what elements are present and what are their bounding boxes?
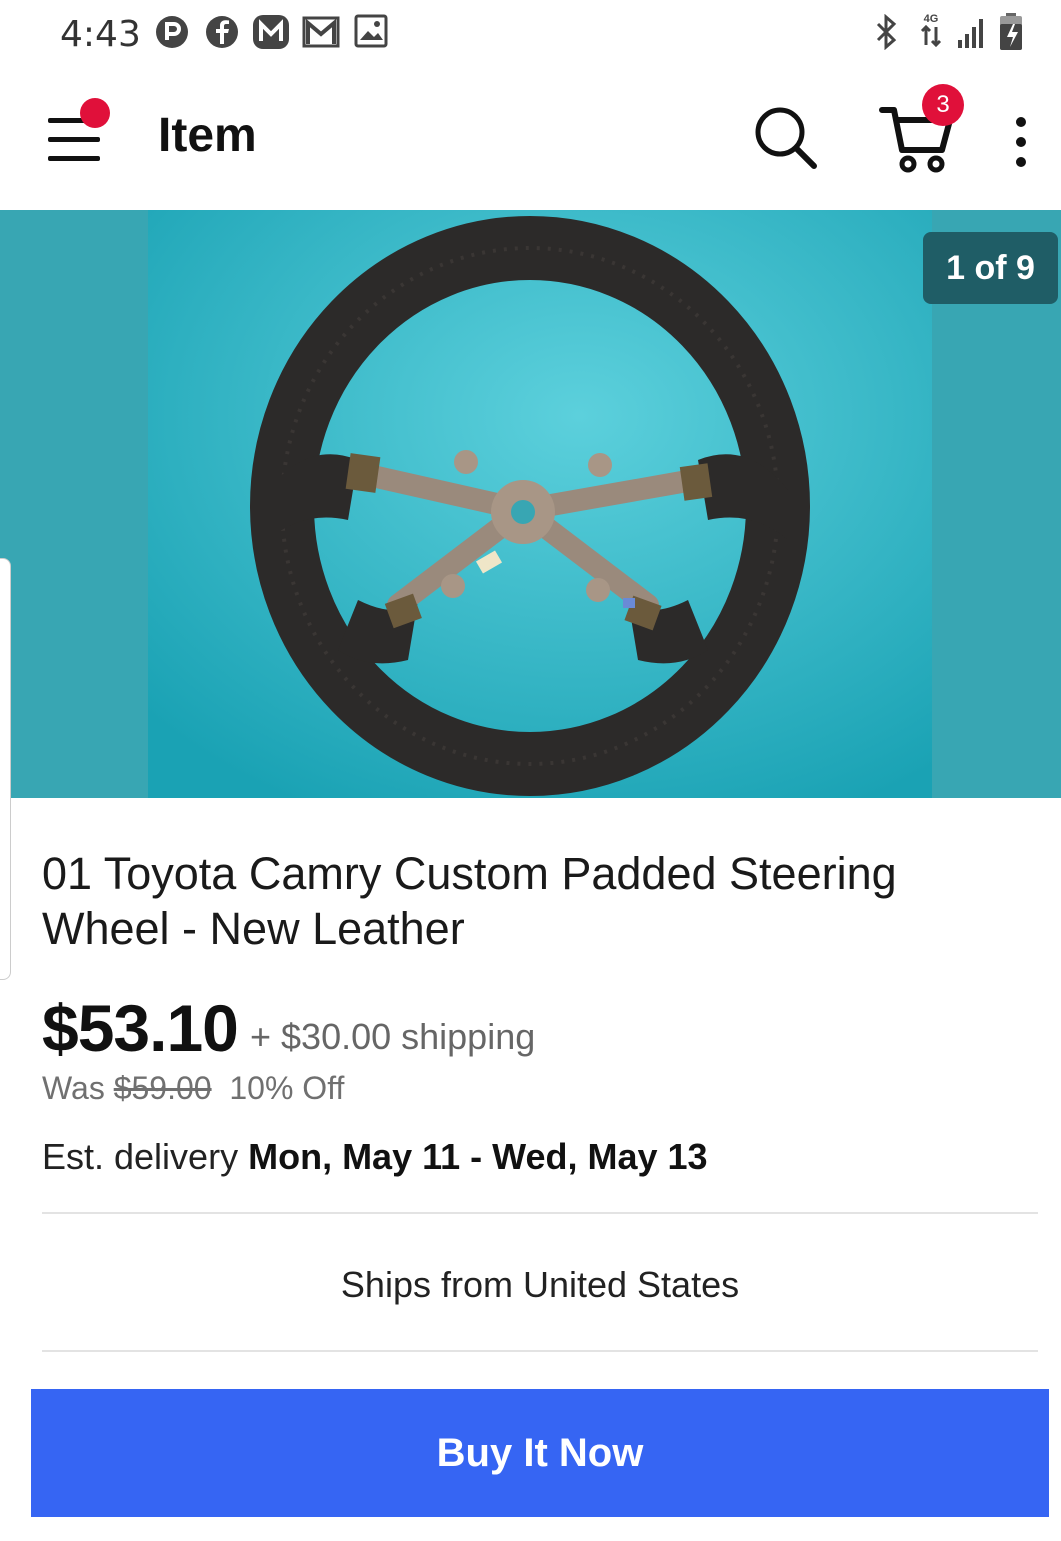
- discount-label: 10% Off: [229, 1070, 345, 1106]
- gallery-image-icon: [354, 14, 388, 48]
- gmail-m-icon: [253, 15, 289, 49]
- gmail-icon: [302, 16, 340, 48]
- bluetooth-icon: [876, 14, 897, 50]
- image-gallery[interactable]: 1 of 9: [0, 210, 1061, 798]
- cart-count-badge: 3: [922, 84, 964, 126]
- original-price: $59.00: [113, 1070, 212, 1106]
- item-title: 01 Toyota Camry Custom Padded Steering W…: [42, 848, 897, 954]
- was-label: Was: [42, 1070, 105, 1106]
- delivery-label: Est. delivery: [42, 1136, 239, 1177]
- page-title: Item: [158, 109, 257, 162]
- search-icon[interactable]: [752, 104, 818, 170]
- divider: [42, 1212, 1038, 1214]
- status-time: 4:43: [60, 14, 141, 55]
- app-bar: Item 3: [0, 68, 1061, 210]
- was-price-row: Was $59.00 10% Off: [42, 1070, 344, 1107]
- facebook-icon: [206, 16, 238, 48]
- image-counter: 1 of 9: [923, 232, 1058, 304]
- 4g-lte-icon: 4G: [918, 14, 944, 50]
- steering-wheel-photo: [148, 210, 932, 798]
- battery-icon: [1000, 13, 1022, 50]
- signal-icon: [958, 19, 983, 48]
- estimated-delivery: Est. delivery Mon, May 11 - Wed, May 13: [42, 1136, 708, 1178]
- edge-panel-handle[interactable]: [0, 558, 11, 980]
- p-app-icon: [156, 16, 188, 48]
- delivery-dates: Mon, May 11 - Wed, May 13: [248, 1136, 708, 1177]
- more-vertical-icon[interactable]: [1006, 112, 1036, 172]
- buy-it-now-button[interactable]: Buy It Now: [31, 1389, 1049, 1517]
- status-bar: 4:43 4G: [0, 0, 1061, 68]
- item-price: $53.10: [42, 991, 239, 1065]
- network-label: 4G: [923, 13, 939, 25]
- menu-notification-dot: [80, 98, 110, 128]
- ships-from: Ships from United States: [340, 1264, 740, 1305]
- divider: [42, 1350, 1038, 1352]
- shipping-cost: + $30.00 shipping: [250, 1016, 536, 1057]
